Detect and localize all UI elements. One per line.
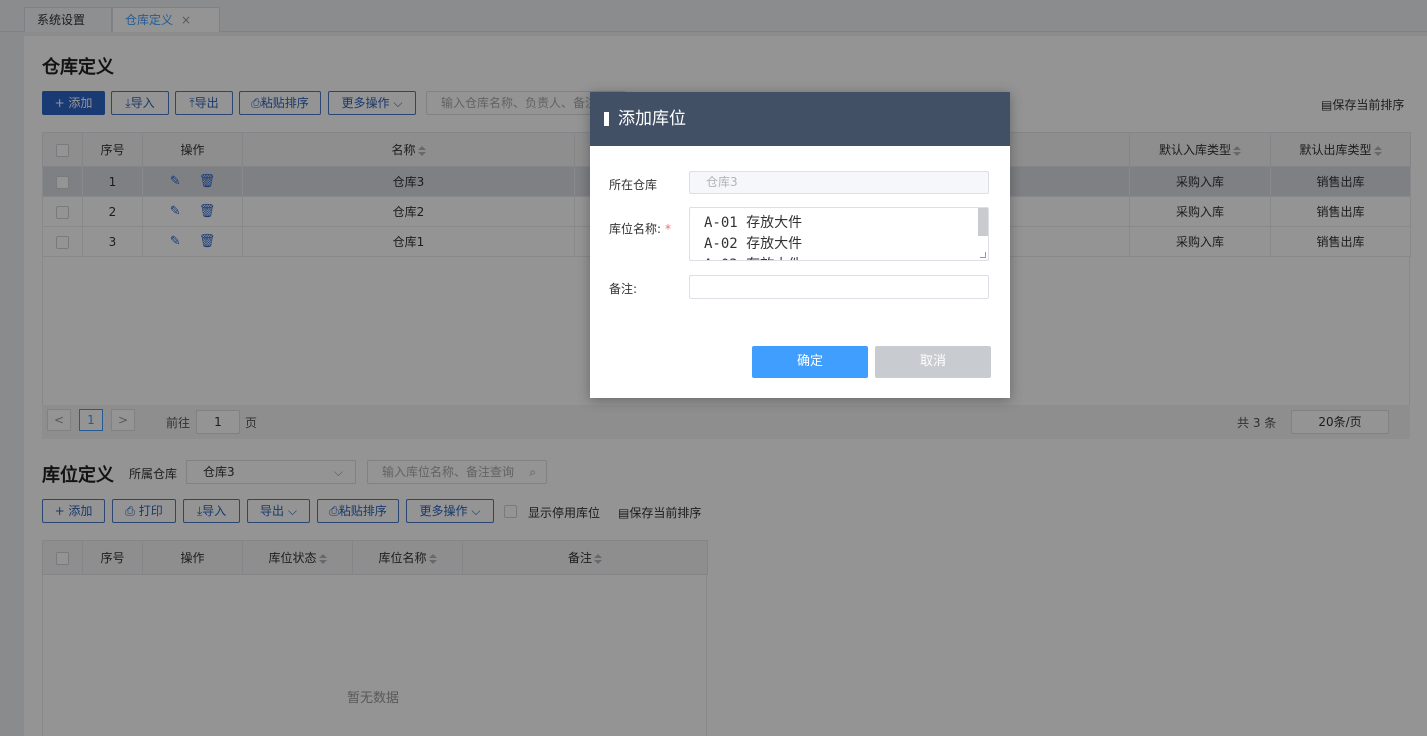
required-mark: * — [665, 222, 672, 236]
cancel-button[interactable]: 取消 — [875, 346, 991, 378]
textarea-scrollbar[interactable] — [978, 208, 988, 236]
dialog-header: 添加库位 — [590, 92, 1010, 146]
textarea-line: A-03 存放大件 — [704, 255, 974, 260]
remark-label: 备注: — [609, 282, 638, 296]
location-name-textarea[interactable]: A-01 存放大件 A-02 存放大件 A-03 存放大件 — [689, 207, 989, 261]
label-text: 库位名称: — [609, 222, 662, 236]
remark-input[interactable] — [689, 275, 989, 299]
textarea-line: A-01 存放大件 — [704, 215, 803, 231]
textarea-line: A-02 存放大件 — [704, 236, 803, 252]
dialog-title: 添加库位 — [618, 109, 686, 129]
confirm-button[interactable]: 确定 — [752, 346, 868, 378]
add-location-dialog: 添加库位 所在仓库 仓库3 库位名称: * A-01 存放大件 A-02 存放大件… — [590, 92, 1010, 398]
warehouse-field: 仓库3 — [689, 171, 989, 194]
location-name-label: 库位名称: * — [609, 220, 671, 237]
warehouse-label: 所在仓库 — [609, 178, 658, 192]
resize-handle-icon[interactable] — [980, 252, 986, 258]
header-accent-bar — [604, 112, 609, 126]
